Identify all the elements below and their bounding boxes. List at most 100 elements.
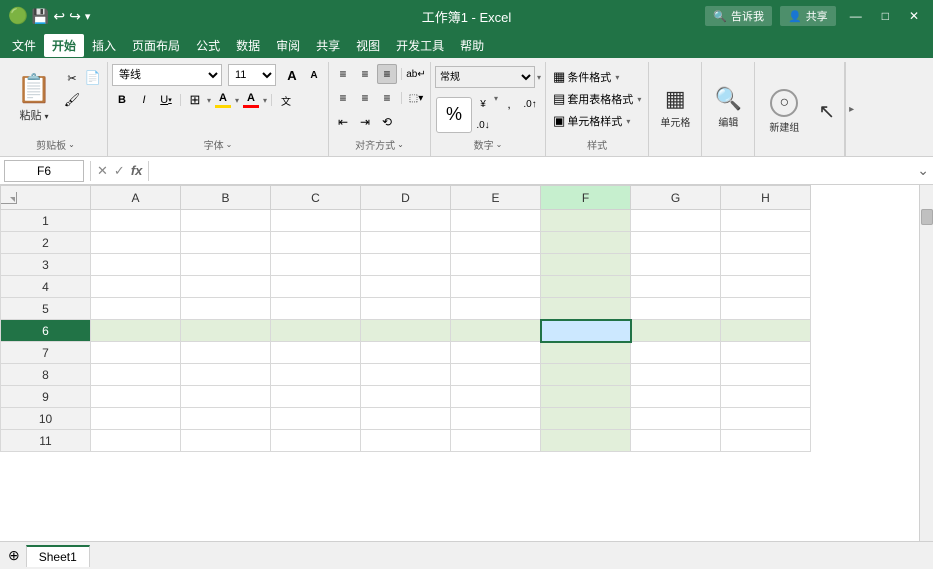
- undo-icon[interactable]: ↩: [53, 8, 65, 25]
- cell-E2[interactable]: [451, 232, 541, 254]
- alignment-expand-icon[interactable]: ⌄: [397, 140, 404, 149]
- row-header-11[interactable]: 11: [1, 430, 91, 452]
- cell-B4[interactable]: [181, 276, 271, 298]
- cell-G11[interactable]: [631, 430, 721, 452]
- cell-A2[interactable]: [91, 232, 181, 254]
- restore-button[interactable]: □: [876, 9, 895, 23]
- menu-item-data[interactable]: 数据: [228, 34, 268, 57]
- indent-decrease-button[interactable]: ⇤: [333, 112, 353, 132]
- menu-item-share[interactable]: 共享: [308, 34, 348, 57]
- cell-A9[interactable]: [91, 386, 181, 408]
- copy-button[interactable]: 📄: [83, 68, 103, 88]
- font-family-select[interactable]: 等线: [112, 64, 222, 86]
- row-header-7[interactable]: 7: [1, 342, 91, 364]
- cell-F7[interactable]: [541, 342, 631, 364]
- cell-F8[interactable]: [541, 364, 631, 386]
- cell-C8[interactable]: [271, 364, 361, 386]
- cell-E8[interactable]: [451, 364, 541, 386]
- cell-E7[interactable]: [451, 342, 541, 364]
- cell-C9[interactable]: [271, 386, 361, 408]
- percent-button[interactable]: %: [436, 97, 472, 133]
- formula-cancel-icon[interactable]: ✕: [97, 163, 108, 179]
- new-group-button[interactable]: ○ 新建组: [759, 85, 809, 138]
- cell-A6[interactable]: [91, 320, 181, 342]
- cell-B9[interactable]: [181, 386, 271, 408]
- comma-button[interactable]: ,: [499, 94, 519, 114]
- menu-item-help[interactable]: 帮助: [452, 34, 492, 57]
- menu-item-view[interactable]: 视图: [348, 34, 388, 57]
- row-header-8[interactable]: 8: [1, 364, 91, 386]
- cell-F1[interactable]: [541, 210, 631, 232]
- cell-E11[interactable]: [451, 430, 541, 452]
- col-header-g[interactable]: G: [631, 186, 721, 210]
- fill-color-button[interactable]: A: [213, 90, 233, 110]
- col-header-c[interactable]: C: [271, 186, 361, 210]
- cell-A11[interactable]: [91, 430, 181, 452]
- cell-A4[interactable]: [91, 276, 181, 298]
- cell-H4[interactable]: [721, 276, 811, 298]
- vertical-scrollbar[interactable]: [919, 185, 933, 541]
- cell-H3[interactable]: [721, 254, 811, 276]
- cell-D4[interactable]: [361, 276, 451, 298]
- cell-H7[interactable]: [721, 342, 811, 364]
- cell-H6[interactable]: [721, 320, 811, 342]
- add-sheet-button[interactable]: ⊕: [4, 547, 24, 564]
- font-expand-icon[interactable]: ⌄: [226, 140, 233, 149]
- formula-fx-icon[interactable]: fx: [131, 163, 143, 178]
- cell-F4[interactable]: [541, 276, 631, 298]
- wrap-text-button[interactable]: ab↵: [406, 64, 426, 84]
- cell-A5[interactable]: [91, 298, 181, 320]
- increase-decimal-button[interactable]: .0↑: [520, 94, 540, 114]
- cell-G10[interactable]: [631, 408, 721, 430]
- cell-A1[interactable]: [91, 210, 181, 232]
- row-header-9[interactable]: 9: [1, 386, 91, 408]
- wubi-button[interactable]: 文: [276, 90, 296, 110]
- cell-B10[interactable]: [181, 408, 271, 430]
- merge-center-button[interactable]: ⬚▾: [406, 88, 426, 108]
- cell-F10[interactable]: [541, 408, 631, 430]
- col-header-d[interactable]: D: [361, 186, 451, 210]
- font-grow-button[interactable]: A: [282, 65, 302, 85]
- cell-H8[interactable]: [721, 364, 811, 386]
- row-header-4[interactable]: 4: [1, 276, 91, 298]
- cell-E6[interactable]: [451, 320, 541, 342]
- redo-icon[interactable]: ↪: [69, 8, 81, 25]
- cell-style-button[interactable]: ▣ 单元格样式 ▾: [550, 112, 633, 130]
- border-button[interactable]: ⊞: [185, 90, 205, 110]
- menu-item-formula[interactable]: 公式: [188, 34, 228, 57]
- cell-A8[interactable]: [91, 364, 181, 386]
- cell-H11[interactable]: [721, 430, 811, 452]
- menu-item-file[interactable]: 文件: [4, 34, 44, 57]
- decrease-decimal-button[interactable]: .0↓: [473, 115, 493, 135]
- cell-D5[interactable]: [361, 298, 451, 320]
- align-mid-right-button[interactable]: ≡: [377, 88, 397, 108]
- cell-G9[interactable]: [631, 386, 721, 408]
- col-header-e[interactable]: E: [451, 186, 541, 210]
- align-mid-center-button[interactable]: ≡: [355, 88, 375, 108]
- cell-C4[interactable]: [271, 276, 361, 298]
- cell-F2[interactable]: [541, 232, 631, 254]
- cell-E5[interactable]: [451, 298, 541, 320]
- cell-E4[interactable]: [451, 276, 541, 298]
- font-size-select[interactable]: 11: [228, 64, 276, 86]
- col-header-f[interactable]: F: [541, 186, 631, 210]
- cell-D6[interactable]: [361, 320, 451, 342]
- close-button[interactable]: ✕: [903, 9, 925, 23]
- cells-button[interactable]: ▦ 单元格: [653, 82, 697, 133]
- align-top-right-button[interactable]: ≡: [377, 64, 397, 84]
- cell-G6[interactable]: [631, 320, 721, 342]
- cell-C5[interactable]: [271, 298, 361, 320]
- cell-A7[interactable]: [91, 342, 181, 364]
- cell-B5[interactable]: [181, 298, 271, 320]
- align-top-left-button[interactable]: ≡: [333, 64, 353, 84]
- row-header-2[interactable]: 2: [1, 232, 91, 254]
- cell-G4[interactable]: [631, 276, 721, 298]
- formula-expand-icon[interactable]: ⌄: [917, 162, 929, 179]
- cut-button[interactable]: ✂: [62, 68, 82, 88]
- cell-D1[interactable]: [361, 210, 451, 232]
- menu-item-developer[interactable]: 开发工具: [388, 34, 452, 57]
- col-header-b[interactable]: B: [181, 186, 271, 210]
- row-header-3[interactable]: 3: [1, 254, 91, 276]
- cell-G8[interactable]: [631, 364, 721, 386]
- row-header-5[interactable]: 5: [1, 298, 91, 320]
